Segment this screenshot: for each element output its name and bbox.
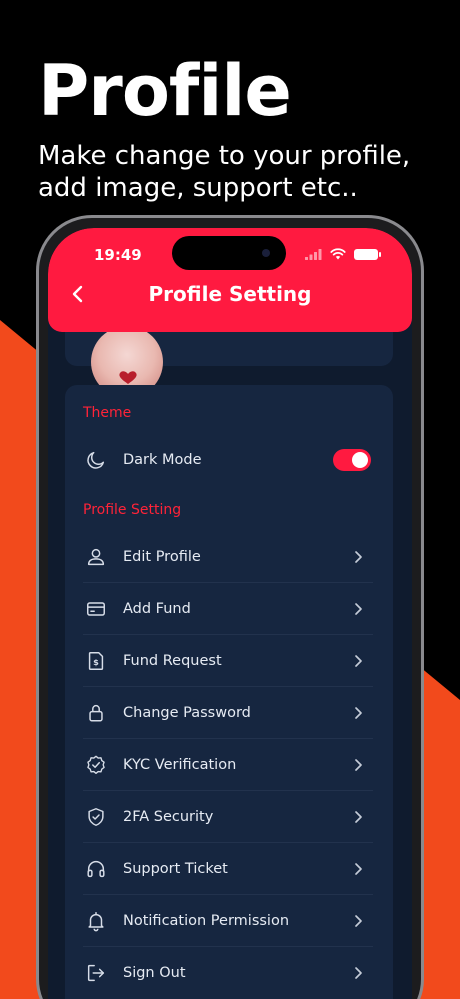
settings-item-edit-profile[interactable]: Edit Profile <box>83 531 373 583</box>
dollar-document-icon: $ <box>85 650 107 672</box>
section-label-profile-setting: Profile Setting <box>83 502 182 518</box>
promo-title: Profile <box>38 50 292 132</box>
promo-subtitle: Make change to your profile, add image, … <box>38 140 438 204</box>
chevron-right-icon <box>351 602 365 616</box>
settings-item-label: Support Ticket <box>123 861 228 877</box>
settings-item-label: 2FA Security <box>123 809 214 825</box>
status-icons <box>305 248 381 260</box>
sign-out-icon <box>85 962 107 984</box>
chevron-right-icon <box>351 550 365 564</box>
chevron-right-icon <box>351 966 365 980</box>
status-time: 19:49 <box>94 246 142 264</box>
lock-icon <box>85 702 107 724</box>
settings-item-add-fund[interactable]: Add Fund <box>83 583 373 635</box>
chevron-right-icon <box>351 706 365 720</box>
settings-item-change-password[interactable]: Change Password <box>83 687 373 739</box>
promo-subtitle-line-1: Make change to your profile, <box>38 141 411 171</box>
page-title: Profile Setting <box>148 282 312 306</box>
settings-item-sign-out[interactable]: Sign Out <box>83 947 373 999</box>
settings-item-label: Fund Request <box>123 653 222 669</box>
credit-card-icon <box>85 598 107 620</box>
shield-check-icon <box>85 806 107 828</box>
chevron-right-icon <box>351 862 365 876</box>
wifi-icon <box>330 248 346 260</box>
heart-icon <box>119 371 137 384</box>
section-label-theme: Theme <box>83 405 132 421</box>
user-icon <box>85 546 107 568</box>
camera-icon <box>262 249 270 257</box>
settings-item-support-ticket[interactable]: Support Ticket <box>83 843 373 895</box>
settings-item-kyc-verification[interactable]: KYC Verification <box>83 739 373 791</box>
phone-screen: 19:49 Profile Setting Theme Dark Mode Pr… <box>48 228 412 999</box>
svg-text:$: $ <box>93 657 99 667</box>
settings-item-label: Sign Out <box>123 965 186 981</box>
settings-card: Theme Dark Mode Profile Setting Edit Pro… <box>65 385 393 999</box>
chevron-right-icon <box>351 654 365 668</box>
chevron-right-icon <box>351 914 365 928</box>
chevron-right-icon <box>351 758 365 772</box>
chevron-right-icon <box>351 810 365 824</box>
settings-item-label: Edit Profile <box>123 549 201 565</box>
settings-item-fund-request[interactable]: $ Fund Request <box>83 635 373 687</box>
cellular-signal-icon <box>305 248 322 260</box>
dark-mode-row: Dark Mode <box>83 434 373 486</box>
settings-item-notification-permission[interactable]: Notification Permission <box>83 895 373 947</box>
settings-item-label: Change Password <box>123 705 251 721</box>
settings-item-label: KYC Verification <box>123 757 237 773</box>
toggle-knob <box>352 452 368 468</box>
battery-icon <box>354 248 381 260</box>
verified-badge-icon <box>85 754 107 776</box>
promo-subtitle-line-2: add image, support etc.. <box>38 173 358 203</box>
dark-mode-toggle[interactable] <box>333 449 371 471</box>
dark-mode-label: Dark Mode <box>123 452 202 468</box>
settings-item-2fa-security[interactable]: 2FA Security <box>83 791 373 843</box>
app-header: 19:49 Profile Setting <box>48 228 412 332</box>
moon-icon <box>85 449 107 471</box>
bell-icon <box>85 910 107 932</box>
dynamic-island <box>172 236 286 270</box>
settings-item-label: Notification Permission <box>123 913 290 929</box>
settings-item-label: Add Fund <box>123 601 191 617</box>
headphones-icon <box>85 858 107 880</box>
